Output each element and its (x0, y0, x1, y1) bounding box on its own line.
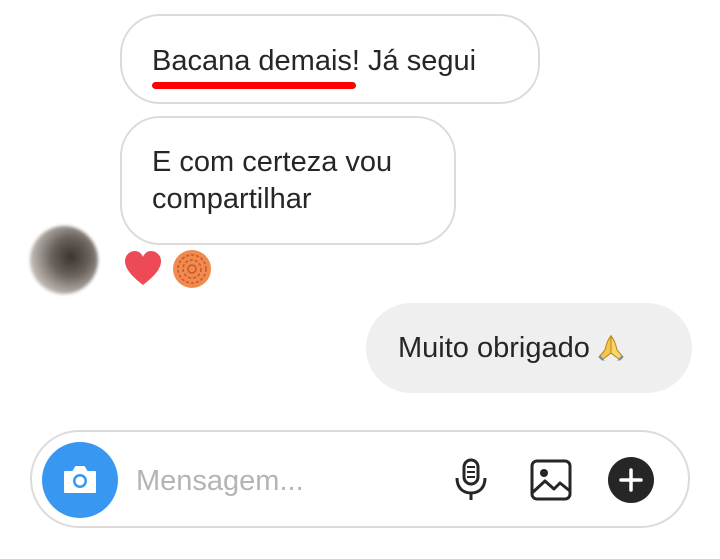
heart-reaction-icon[interactable] (123, 249, 163, 289)
praying-hands-emoji (596, 333, 626, 373)
message-bubble-sent[interactable]: Muito obrigado (366, 303, 692, 393)
chat-screen: Bacana demais ! Já segui E com certeza v… (0, 0, 720, 559)
message-composer (30, 430, 690, 528)
highlighted-text: Bacana demais (152, 43, 356, 89)
plus-button[interactable] (606, 455, 656, 505)
gallery-button[interactable] (526, 455, 576, 505)
message-bubble[interactable]: E com certeza vou compartilhar (120, 116, 456, 245)
message-text: Muito obrigado (398, 332, 590, 364)
message-bubble[interactable]: Bacana demais ! Já segui (120, 14, 540, 104)
message-text: E com certeza vou compartilhar (152, 146, 393, 215)
gallery-icon (530, 459, 572, 501)
microphone-button[interactable] (446, 455, 496, 505)
red-underline (152, 82, 356, 89)
message-text: ! Já segui (351, 45, 477, 77)
camera-icon (64, 466, 96, 493)
message-text-highlight: Bacana demais (152, 45, 352, 77)
microphone-icon (455, 458, 487, 500)
camera-button[interactable] (42, 442, 118, 518)
plus-icon (608, 457, 654, 503)
sticker-reaction-icon[interactable] (172, 249, 212, 289)
avatar[interactable] (30, 226, 98, 294)
message-input[interactable] (136, 461, 426, 501)
